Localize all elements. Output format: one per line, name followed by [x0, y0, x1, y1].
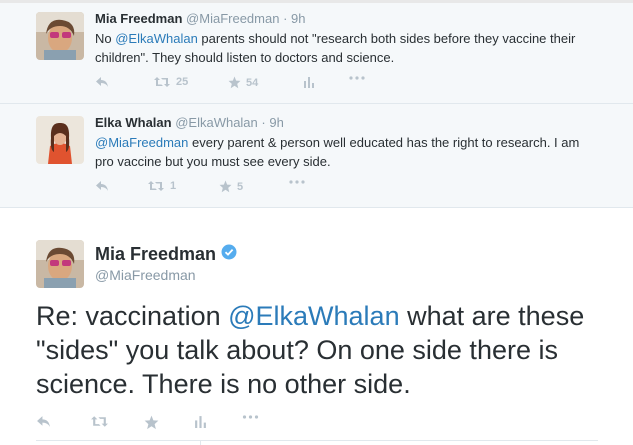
author-handle[interactable]: @MiaFreedman	[186, 11, 279, 26]
retweet-button[interactable]: 25	[153, 76, 188, 88]
author-name[interactable]: Mia Freedman	[95, 244, 216, 265]
favorite-button[interactable]: 5	[219, 180, 243, 193]
more-button[interactable]	[349, 76, 365, 80]
more-icon	[289, 180, 305, 184]
author-name-row[interactable]: Mia Freedman	[95, 244, 237, 265]
retweet-button[interactable]	[90, 415, 109, 428]
favorite-button[interactable]	[144, 415, 159, 430]
tweet-text-pre: Re: vaccination	[36, 301, 229, 331]
mention-link[interactable]: @ElkaWhalan	[115, 31, 198, 46]
favorite-icon	[144, 415, 159, 430]
more-button[interactable]	[242, 415, 259, 419]
tweet-body: Elka Whalan @ElkaWhalan · 9h @MiaFreedma…	[95, 115, 593, 171]
retweet-button[interactable]: 1	[147, 180, 176, 192]
analytics-icon	[303, 76, 315, 88]
more-button[interactable]	[289, 180, 305, 184]
analytics-button[interactable]	[194, 415, 207, 428]
reply-button[interactable]	[95, 76, 109, 88]
reply-tweet-elka[interactable]: Elka Whalan @ElkaWhalan · 9h @MiaFreedma…	[0, 104, 633, 208]
tweet-text: Re: vaccination @ElkaWhalan what are the…	[36, 299, 626, 401]
tweet-text: No @ElkaWhalan parents should not "resea…	[95, 29, 593, 67]
timestamp[interactable]: · 9h	[261, 115, 283, 130]
reply-icon	[36, 415, 51, 428]
retweet-count: 25	[176, 76, 189, 88]
mention-link[interactable]: @MiaFreedman	[95, 135, 188, 150]
more-icon	[242, 415, 259, 419]
tweet-text-pre: No	[95, 31, 116, 46]
avatar[interactable]	[36, 12, 84, 60]
favorite-icon	[219, 180, 232, 193]
retweet-icon	[90, 415, 109, 428]
tweet-header: Elka Whalan @ElkaWhalan · 9h	[95, 115, 593, 131]
retweet-icon	[153, 76, 171, 88]
author-name[interactable]: Elka Whalan	[95, 115, 172, 130]
reply-icon	[95, 180, 109, 192]
stats-divider-tick	[200, 440, 201, 445]
reply-tweet-mia[interactable]: Mia Freedman @MiaFreedman · 9h No @ElkaW…	[0, 3, 633, 104]
tweet-text: @MiaFreedman every parent & person well …	[95, 133, 593, 171]
stats-divider	[36, 440, 598, 441]
favorite-count: 5	[237, 180, 244, 193]
analytics-button[interactable]	[303, 76, 315, 88]
author-name[interactable]: Mia Freedman	[95, 11, 182, 26]
reply-button[interactable]	[95, 180, 109, 192]
avatar[interactable]	[36, 116, 84, 164]
more-icon	[349, 76, 365, 80]
retweet-count: 1	[170, 180, 177, 192]
timestamp[interactable]: · 9h	[283, 11, 305, 26]
author-handle[interactable]: @ElkaWhalan	[175, 115, 258, 130]
retweet-icon	[147, 180, 165, 192]
verified-badge-icon	[221, 244, 237, 265]
reply-icon	[95, 76, 109, 88]
reply-button[interactable]	[36, 415, 51, 428]
author-handle[interactable]: @MiaFreedman	[95, 267, 196, 283]
tweet-header: Mia Freedman @MiaFreedman · 9h	[95, 11, 593, 27]
tweet-body: Mia Freedman @MiaFreedman · 9h No @ElkaW…	[95, 11, 593, 67]
main-tweet: Mia Freedman @MiaFreedman Re: vaccinatio…	[0, 208, 633, 445]
favorite-button[interactable]: 54	[228, 76, 258, 89]
analytics-icon	[194, 415, 207, 428]
mention-link[interactable]: @ElkaWhalan	[228, 301, 399, 331]
favorite-icon	[228, 76, 241, 89]
avatar[interactable]	[36, 240, 84, 288]
favorite-count: 54	[246, 76, 259, 89]
